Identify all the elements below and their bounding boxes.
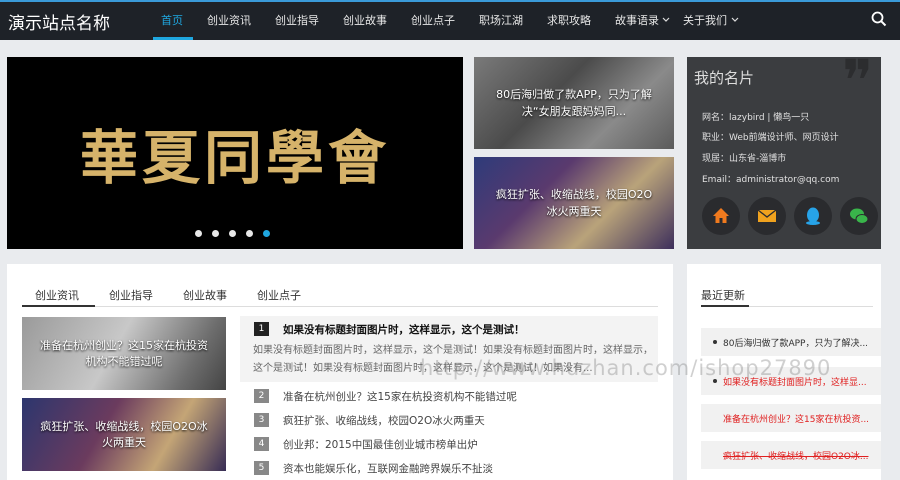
nav-item-startup-news[interactable]: 创业资讯 <box>207 12 251 28</box>
recent-update-link[interactable]: 疯狂扩张、收缩战线，校园O2O冰... <box>723 449 873 462</box>
recent-update-item[interactable]: 准备在杭州创业？这15家在杭投资... <box>701 404 881 432</box>
nav-item-job-tips[interactable]: 求职攻略 <box>547 12 591 28</box>
watermark-text: http://www.huzhan.com/ishop27890 <box>420 356 832 380</box>
bullet <box>713 340 717 344</box>
wechat-icon <box>850 208 869 224</box>
card-email: Email：administrator@qq.com <box>702 175 840 185</box>
rank-number: 2 <box>254 389 269 403</box>
slider-dot-active[interactable] <box>263 230 270 237</box>
tab-active-indicator <box>22 305 95 307</box>
nav-item-home[interactable]: 首页 <box>161 12 183 28</box>
side-slide-2[interactable]: 疯狂扩张、收缩战线，校园O2O冰火两重天 <box>474 157 674 249</box>
nav-item-startup-guide[interactable]: 创业指导 <box>275 12 319 28</box>
recent-updates-indicator <box>701 305 749 307</box>
quote-mark-icon: ❞ <box>842 47 874 115</box>
home-icon <box>713 208 729 223</box>
recent-update-item[interactable]: 疯狂扩张、收缩战线，校园O2O冰... <box>701 441 881 469</box>
mail-icon <box>757 209 777 222</box>
recent-updates-title: 最近更新 <box>701 289 745 302</box>
featured-article-title[interactable]: 如果没有标题封面图片时，这样显示，这个是测试！ <box>283 322 525 337</box>
home-icon-button[interactable] <box>702 197 740 235</box>
nav-item-startup-ideas[interactable]: 创业点子 <box>411 12 455 28</box>
card-nickname: 网名：lazybird | 懒鸟一只 <box>702 113 810 123</box>
recent-update-link[interactable]: 80后海归做了款APP，只为了解决... <box>723 336 873 349</box>
rank-number: 5 <box>254 461 269 475</box>
tab-divider <box>22 306 658 307</box>
rank-number: 1 <box>254 322 269 336</box>
recent-update-item[interactable]: 80后海归做了款APP，只为了解决... <box>701 328 881 356</box>
nav-item-quotes[interactable]: 故事语录 <box>615 12 659 28</box>
search-icon[interactable] <box>871 11 887 27</box>
rank-number: 3 <box>254 413 269 427</box>
rank-number: 4 <box>254 437 269 451</box>
slider-dot[interactable] <box>229 230 236 237</box>
article-thumbnail-1[interactable]: 准备在杭州创业？这15家在杭投资机构不能错过呢 <box>22 317 226 390</box>
wechat-icon-button[interactable] <box>840 197 878 235</box>
nav-active-indicator <box>153 37 193 40</box>
article-link[interactable]: 资本也能娱乐化，互联网金融跨界娱乐不扯淡 <box>283 461 493 476</box>
nav-item-workplace[interactable]: 职场江湖 <box>479 12 523 28</box>
tab-startup-stories[interactable]: 创业故事 <box>183 287 227 303</box>
card-title: 我的名片 <box>694 69 755 87</box>
side-slide-caption: 疯狂扩张、收缩战线，校园O2O冰火两重天 <box>495 188 653 218</box>
nav-item-startup-stories[interactable]: 创业故事 <box>343 12 387 28</box>
hero-image-text: 華夏同學會 <box>79 124 390 192</box>
qq-icon <box>806 207 820 225</box>
tab-startup-news[interactable]: 创业资讯 <box>35 287 79 303</box>
card-job: 职业：Web前端设计师、网页设计 <box>702 133 839 143</box>
qq-icon-button[interactable] <box>794 197 832 235</box>
tab-startup-ideas[interactable]: 创业点子 <box>257 287 301 303</box>
slider-dot[interactable] <box>246 230 253 237</box>
mail-icon-button[interactable] <box>748 197 786 235</box>
side-slide-caption: 80后海归做了款APP，只为了解决“女朋友跟妈妈同... <box>496 88 652 118</box>
recent-update-link[interactable]: 准备在杭州创业？这15家在杭投资... <box>723 412 873 425</box>
top-accent-line <box>0 0 900 2</box>
article-thumbnail-caption: 准备在杭州创业？这15家在杭投资机构不能错过呢 <box>40 338 208 368</box>
chevron-down-icon <box>662 17 670 22</box>
side-slide-1[interactable]: 80后海归做了款APP，只为了解决“女朋友跟妈妈同... <box>474 57 674 149</box>
article-thumbnail-2[interactable]: 疯狂扩张、收缩战线，校园O2O冰火两重天 <box>22 398 226 471</box>
slider-dots <box>195 230 270 237</box>
chevron-down-icon <box>731 17 739 22</box>
article-link[interactable]: 准备在杭州创业？这15家在杭投资机构不能错过呢 <box>283 389 517 404</box>
article-thumbnail-caption: 疯狂扩张、收缩战线，校园O2O冰火两重天 <box>40 419 208 449</box>
article-link[interactable]: 创业邦：2015中国最佳创业城市榜单出炉 <box>283 437 478 452</box>
tab-startup-guide[interactable]: 创业指导 <box>109 287 153 303</box>
slider-dot[interactable] <box>212 230 219 237</box>
article-link[interactable]: 疯狂扩张、收缩战线，校园O2O冰火两重天 <box>283 413 485 428</box>
site-logo[interactable]: 演示站点名称 <box>8 9 110 34</box>
card-location: 现居：山东省-淄博市 <box>702 154 787 164</box>
slider-dot[interactable] <box>195 230 202 237</box>
hero-slider[interactable]: 華夏同學會 <box>7 57 463 249</box>
nav-item-about[interactable]: 关于我们 <box>683 12 727 28</box>
